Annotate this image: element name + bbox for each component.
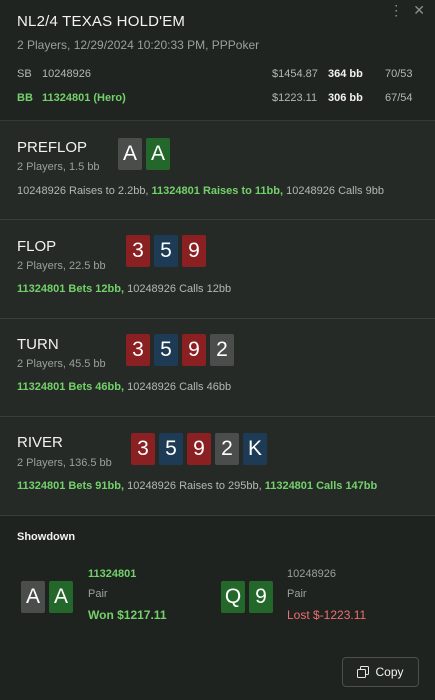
card-3-hearts: 3 xyxy=(126,235,150,267)
board-cards: AA xyxy=(118,138,170,170)
player-id[interactable]: 10248926 xyxy=(42,68,91,80)
street-actions: 11324801 Bets 46bb, 10248926 Calls 46bb xyxy=(17,381,231,393)
card-5-diamonds: 5 xyxy=(154,235,178,267)
villain-id[interactable]: 10248926 xyxy=(287,568,336,580)
board-cards: 3592 xyxy=(126,334,234,366)
villain-action: 10248926 Raises to 295bb, xyxy=(124,480,265,492)
villain-result: Lost $-1223.11 xyxy=(287,608,367,622)
hand-title: NL2/4 TEXAS HOLD'EM xyxy=(17,13,186,30)
street-flop: FLOP 2 Players, 22.5 bb 359 11324801 Bet… xyxy=(0,220,435,319)
board-cards: 3592K xyxy=(131,433,267,465)
player-row-sb: SB 10248926 $1454.87 364 bb 70/53 xyxy=(17,68,418,84)
player-stats: 67/54 xyxy=(385,92,413,104)
card-3-hearts: 3 xyxy=(131,433,155,465)
hero-action: 11324801 Bets 46bb, xyxy=(17,381,125,393)
hero-result: Won $1217.11 xyxy=(88,608,167,622)
villain-hand-rank: Pair xyxy=(287,588,307,600)
showdown-title: Showdown xyxy=(17,531,76,543)
hero-action: 11324801 Calls 147bb xyxy=(264,480,378,492)
street-name: TURN xyxy=(17,336,59,353)
copy-icon xyxy=(357,666,370,678)
card-9-hearts: 9 xyxy=(182,235,206,267)
street-actions: 11324801 Bets 12bb, 10248926 Calls 12bb xyxy=(17,283,231,295)
street-actions: 10248926 Raises to 2.2bb, 11324801 Raise… xyxy=(17,185,384,197)
street-name: FLOP xyxy=(17,238,57,255)
player-position: SB xyxy=(17,68,32,80)
player-stack-bb: 306 bb xyxy=(328,92,363,104)
copy-label: Copy xyxy=(375,665,404,679)
card-a-spades: A xyxy=(118,138,142,170)
hand-subtitle: 2 Players, 12/29/2024 10:20:33 PM, PPPok… xyxy=(17,38,260,52)
villain-action: 10248926 Raises to 2.2bb, xyxy=(17,185,152,197)
street-name: PREFLOP xyxy=(17,139,88,156)
villain-hole-cards: Q9 xyxy=(221,581,273,613)
player-stack-bb: 364 bb xyxy=(328,68,363,80)
street-info: 2 Players, 1.5 bb xyxy=(17,161,100,173)
board-cards: 359 xyxy=(126,235,206,267)
street-turn: TURN 2 Players, 45.5 bb 3592 11324801 Be… xyxy=(0,319,435,417)
street-actions: 11324801 Bets 91bb, 10248926 Raises to 2… xyxy=(17,480,377,492)
hand-header: NL2/4 TEXAS HOLD'EM ⋮ ✕ 2 Players, 12/29… xyxy=(0,0,435,121)
card-a-clubs: A xyxy=(146,138,170,170)
player-position: BB xyxy=(17,92,33,104)
street-river: RIVER 2 Players, 136.5 bb 3592K 11324801… xyxy=(0,417,435,516)
hero-hole-cards: AA xyxy=(21,581,73,613)
card-5-diamonds: 5 xyxy=(159,433,183,465)
player-row-bb-hero: BB 11324801 (Hero) $1223.11 306 bb 67/54 xyxy=(17,92,418,108)
close-icon[interactable]: ✕ xyxy=(413,2,425,19)
card-9-hearts: 9 xyxy=(187,433,211,465)
player-stack: $1454.87 xyxy=(272,68,318,80)
card-a-clubs: A xyxy=(49,581,73,613)
card-2-spades: 2 xyxy=(215,433,239,465)
card-q-clubs: Q xyxy=(221,581,245,613)
street-info: 2 Players, 45.5 bb xyxy=(17,358,106,370)
card-a-spades: A xyxy=(21,581,45,613)
villain-action: 10248926 Calls 9bb xyxy=(283,185,384,197)
player-stats: 70/53 xyxy=(385,68,413,80)
card-3-hearts: 3 xyxy=(126,334,150,366)
hero-action: 11324801 Bets 12bb, xyxy=(17,283,125,295)
hero-action: 11324801 Raises to 11bb, xyxy=(151,185,284,197)
card-5-diamonds: 5 xyxy=(154,334,178,366)
card-9-clubs: 9 xyxy=(249,581,273,613)
street-preflop: PREFLOP 2 Players, 1.5 bb AA 10248926 Ra… xyxy=(0,121,435,220)
copy-button[interactable]: Copy xyxy=(342,657,419,687)
villain-action: 10248926 Calls 12bb xyxy=(124,283,232,295)
hero-action: 11324801 Bets 91bb, xyxy=(17,480,125,492)
hero-id[interactable]: 11324801 xyxy=(88,568,136,580)
villain-action: 10248926 Calls 46bb xyxy=(124,381,232,393)
more-options-icon[interactable]: ⋮ xyxy=(389,2,403,19)
card-9-hearts: 9 xyxy=(182,334,206,366)
player-stack: $1223.11 xyxy=(272,92,318,104)
street-info: 2 Players, 22.5 bb xyxy=(17,260,106,272)
player-id[interactable]: 11324801 (Hero) xyxy=(42,92,126,104)
card-2-spades: 2 xyxy=(210,334,234,366)
street-info: 2 Players, 136.5 bb xyxy=(17,457,112,469)
card-k-diamonds: K xyxy=(243,433,267,465)
hero-hand-rank: Pair xyxy=(88,588,108,600)
street-name: RIVER xyxy=(17,434,63,451)
window-controls: ⋮ ✕ xyxy=(389,2,425,19)
